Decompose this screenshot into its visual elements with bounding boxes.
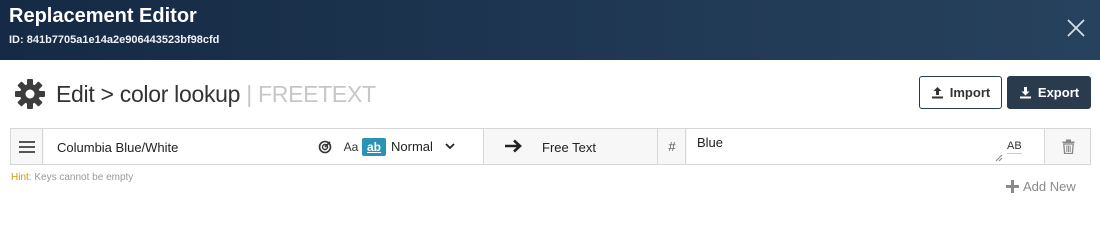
resize-grip-icon[interactable] xyxy=(995,154,1003,162)
mode-label: FREETEXT xyxy=(258,80,376,107)
download-icon xyxy=(1019,87,1031,99)
match-mode-value: Normal xyxy=(391,138,433,154)
value-format-toggle[interactable]: AB xyxy=(1007,140,1022,154)
upload-icon xyxy=(931,87,943,99)
plus-icon xyxy=(1006,180,1019,193)
hint-label: Hint xyxy=(11,172,29,183)
close-button[interactable] xyxy=(1063,15,1089,41)
import-label: Import xyxy=(949,85,991,100)
regex-toggle[interactable] xyxy=(316,138,334,156)
page-title-text: Edit > color lookup xyxy=(56,80,241,107)
export-label: Export xyxy=(1037,85,1080,100)
add-new-button[interactable]: Add New xyxy=(1006,179,1076,194)
replacement-row: Columbia Blue/White Aa ab Normal Free Te… xyxy=(10,128,1091,165)
hint-text: : Keys cannot be empty xyxy=(28,172,134,183)
export-button[interactable]: Export xyxy=(1007,76,1091,109)
value-textarea[interactable]: Blue AB xyxy=(687,129,1045,164)
add-new-label: Add New xyxy=(1023,179,1076,194)
page-heading: Edit > color lookup | FREETEXT xyxy=(14,76,376,112)
key-value: Columbia Blue/White xyxy=(57,140,179,155)
whole-word-toggle[interactable]: ab xyxy=(362,138,386,156)
match-mode-select[interactable]: Normal xyxy=(391,137,473,155)
validation-hint: Hint: Keys cannot be empty xyxy=(11,172,133,183)
page-title: Edit > color lookup | FREETEXT xyxy=(56,81,376,108)
value-text: Blue xyxy=(697,135,724,150)
mode-separator: | xyxy=(240,80,259,107)
match-case-toggle[interactable]: Aa xyxy=(342,138,360,156)
hash-label: # xyxy=(659,129,686,164)
hamburger-icon xyxy=(18,140,35,153)
editor-id: ID: 841b7705a1e14a2e906443523bf98cfd xyxy=(9,34,220,46)
editor-title: Replacement Editor xyxy=(9,5,197,27)
close-icon xyxy=(1067,19,1085,37)
regex-icon xyxy=(318,140,332,154)
import-button[interactable]: Import xyxy=(919,76,1002,109)
arrow-right-icon xyxy=(505,139,522,153)
gear-icon xyxy=(15,79,45,109)
trash-icon xyxy=(1062,139,1075,154)
editor-header: Replacement Editor ID: 841b7705a1e14a2e9… xyxy=(0,0,1100,60)
drag-handle[interactable] xyxy=(11,129,43,164)
delete-row-button[interactable] xyxy=(1046,129,1091,164)
key-input[interactable]: Columbia Blue/White Aa ab Normal xyxy=(44,129,484,164)
chevron-down-icon xyxy=(445,143,455,150)
target-type-select[interactable]: Free Text xyxy=(485,129,658,164)
target-type-label: Free Text xyxy=(542,140,596,155)
